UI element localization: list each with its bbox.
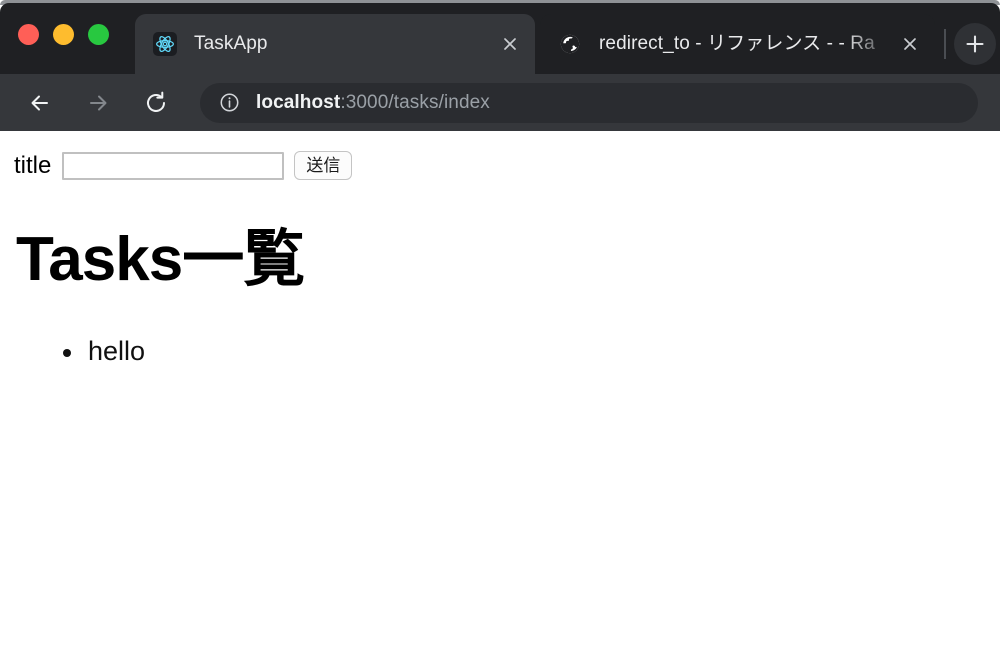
tab-title: redirect_to - リファレンス - - Ra (599, 33, 875, 54)
window-controls (18, 24, 109, 45)
window-close-button[interactable] (18, 24, 39, 45)
task-list: hello (60, 334, 992, 368)
tab-taskapp[interactable]: TaskApp (135, 14, 535, 74)
tab-strip-divider (944, 29, 946, 59)
new-tab-button[interactable] (954, 23, 996, 65)
list-item: hello (60, 334, 992, 368)
page-title: Tasks一覧 (16, 225, 305, 294)
arrow-left-icon (31, 95, 48, 110)
globe-icon (558, 32, 582, 56)
info-icon[interactable] (218, 92, 240, 114)
tab-redirect-to-reference[interactable]: redirect_to - リファレンス - - Ra (540, 14, 935, 74)
page-content: title 送信 Tasks一覧 hello (0, 131, 1000, 663)
window-minimize-button[interactable] (53, 24, 74, 45)
forward-button[interactable] (76, 81, 120, 125)
browser-window: TaskApp redirect_to - リファレンス - - Ra loca… (0, 0, 1000, 663)
close-icon[interactable] (499, 33, 521, 55)
arrow-right-icon (90, 95, 107, 110)
window-maximize-button[interactable] (88, 24, 109, 45)
reload-icon (147, 91, 165, 112)
tab-title: TaskApp (194, 33, 268, 54)
back-button[interactable] (18, 81, 62, 125)
url-path: :3000/tasks/index (340, 91, 490, 113)
reload-button[interactable] (134, 81, 178, 125)
plus-icon (966, 35, 984, 53)
react-icon (153, 32, 177, 56)
url-host: localhost (256, 91, 341, 113)
title-label: title (14, 151, 52, 179)
browser-toolbar: localhost:3000/tasks/index (0, 74, 1000, 131)
close-icon[interactable] (899, 33, 921, 55)
tab-strip: TaskApp redirect_to - リファレンス - - Ra (0, 3, 1000, 74)
url-text: localhost:3000/tasks/index (256, 92, 490, 114)
submit-button[interactable]: 送信 (294, 151, 353, 180)
title-input[interactable] (62, 151, 285, 180)
task-create-form: title 送信 (14, 151, 992, 180)
address-bar[interactable]: localhost:3000/tasks/index (200, 82, 978, 123)
